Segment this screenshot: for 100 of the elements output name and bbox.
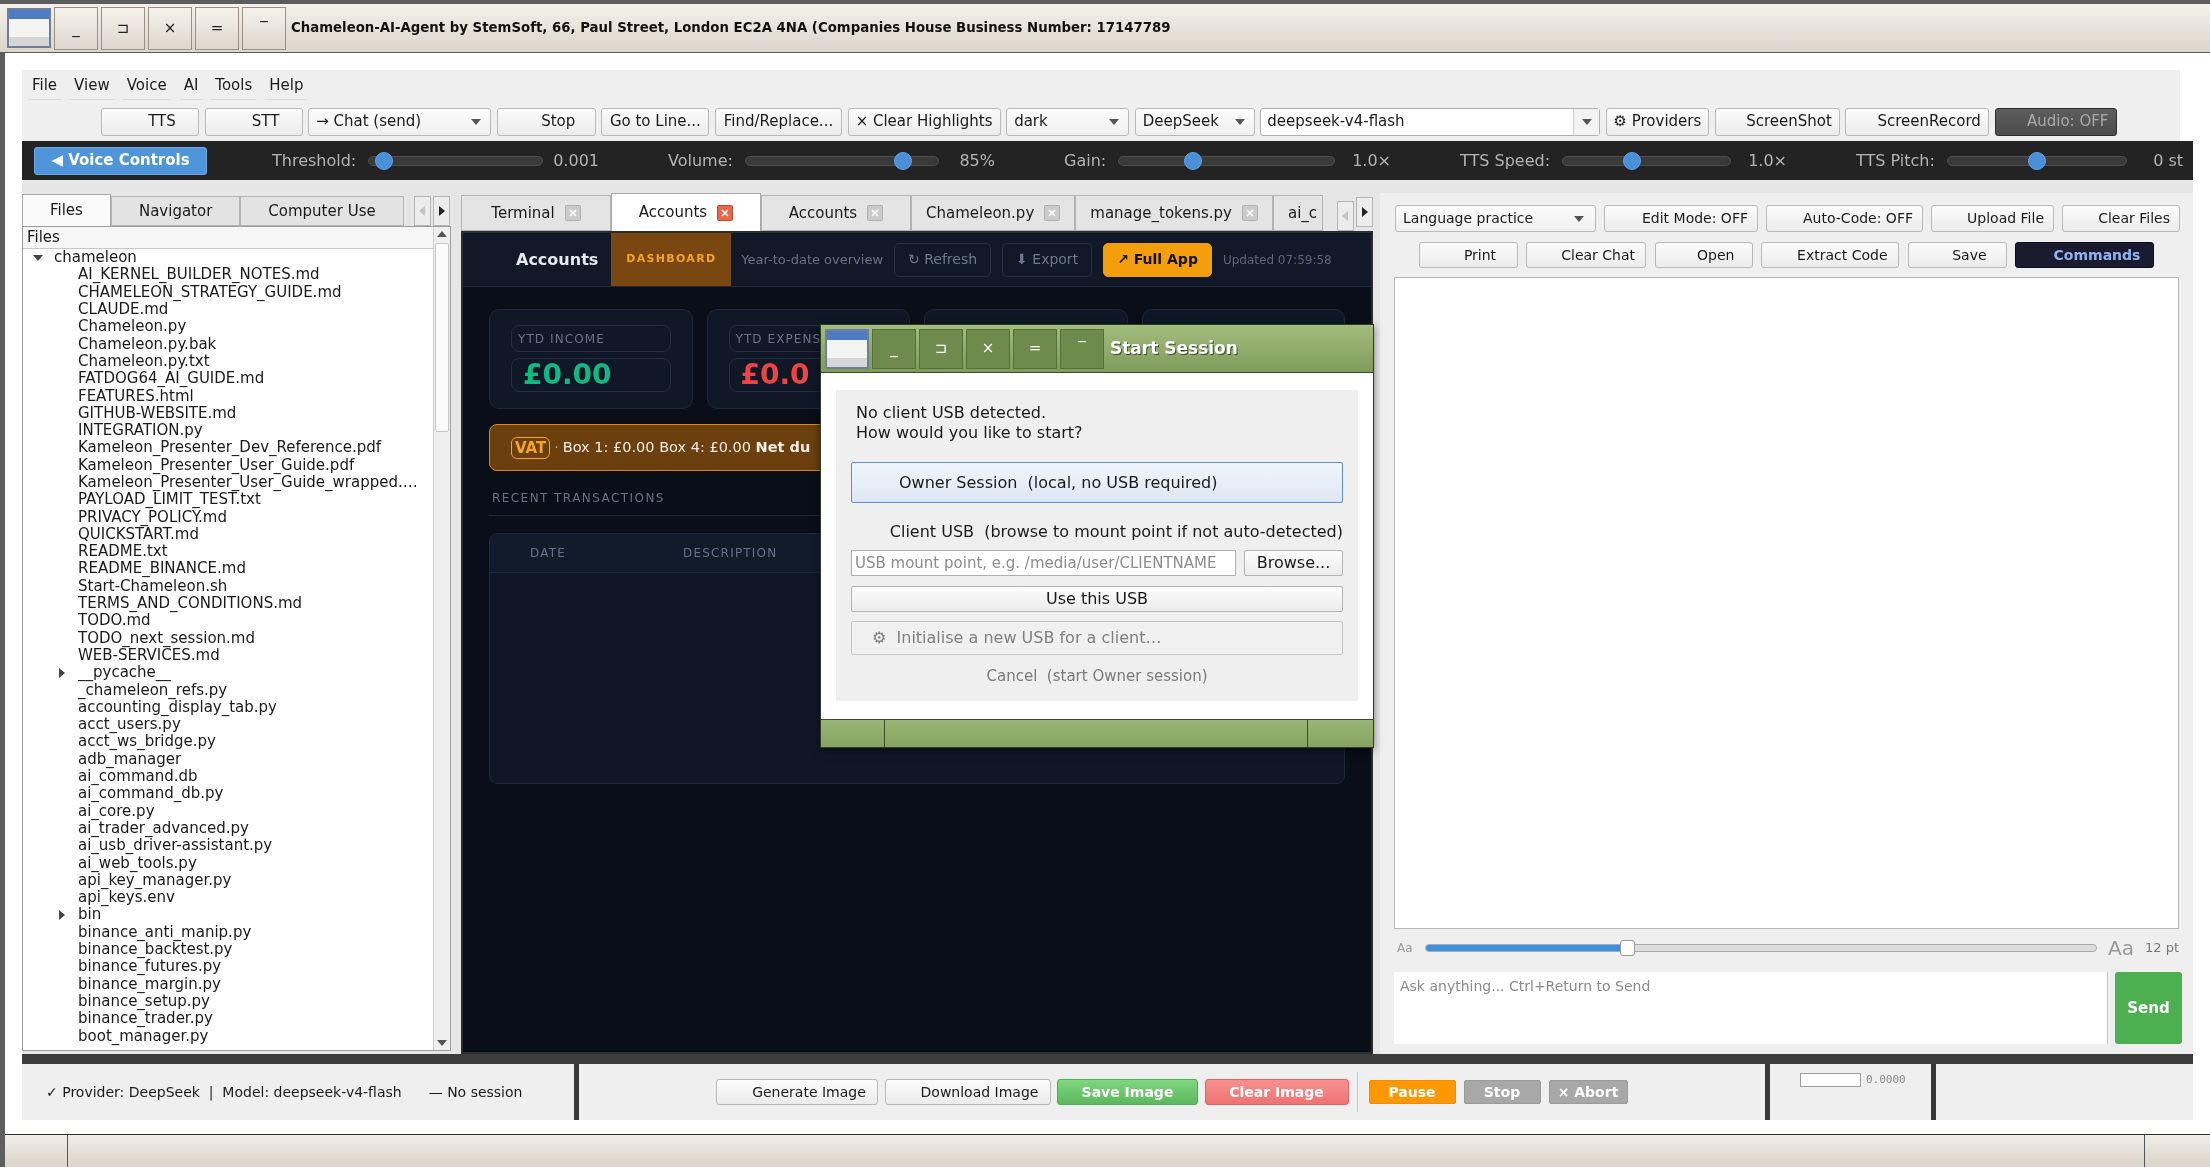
owner-session-button[interactable]: Owner Session (local, no USB required) — [851, 462, 1343, 503]
tree-item[interactable]: bin — [78, 906, 102, 924]
tree-item[interactable]: Chameleon.py.txt — [78, 352, 210, 370]
tree-item[interactable]: Kameleon_Presenter_User_Guide_wrapped.… — [78, 474, 418, 491]
tree-item[interactable]: ai_command.db — [78, 768, 198, 786]
toolbar-button[interactable]: Save — [1907, 242, 2007, 268]
tree-item[interactable]: api_key_manager.py — [78, 871, 232, 889]
toolbar-button[interactable]: STT — [204, 107, 303, 136]
tab[interactable]: Terminal — [461, 195, 611, 231]
menu-item[interactable]: Help — [265, 72, 308, 100]
menu-item[interactable]: File — [28, 72, 62, 100]
toolbar-button[interactable]: Go to Line... — [601, 107, 710, 136]
tree-item[interactable]: binance_margin.py — [78, 975, 221, 993]
tree-item[interactable]: TODO_next_session.md — [78, 629, 255, 647]
tree-item[interactable]: adb_manager — [78, 750, 182, 768]
tab[interactable]: ai_c — [1272, 195, 1324, 231]
caret-right-icon[interactable] — [1356, 197, 1373, 227]
tab[interactable]: Navigator — [110, 196, 241, 226]
menu-item[interactable]: Voice — [122, 72, 171, 100]
tree-item[interactable]: README_BINANCE.md — [78, 560, 246, 578]
tab[interactable]: Accounts — [761, 195, 911, 231]
tree-item[interactable]: ai_web_tools.py — [78, 854, 197, 872]
tab[interactable]: Chameleon.py — [911, 195, 1076, 231]
tree-item[interactable]: CLAUDE.md — [78, 301, 169, 319]
tree-item[interactable]: acct_users.py — [78, 716, 181, 734]
tree-item[interactable]: binance_futures.py — [78, 958, 222, 976]
combo-box[interactable]: deepseek-v4-flash — [1260, 107, 1601, 136]
toolbar-button[interactable]: Extract Code — [1761, 242, 1900, 268]
browse-button[interactable]: Browse... — [1244, 550, 1343, 576]
tree-item[interactable]: Chameleon.py — [78, 318, 187, 336]
window-control-button[interactable]: ‾ — [242, 6, 286, 50]
toolbar-button[interactable]: TTS — [101, 107, 199, 136]
tree-item[interactable]: TODO.md — [78, 612, 151, 630]
tree-item[interactable]: binance_backtest.py — [78, 941, 233, 958]
window-control-button[interactable]: _ — [54, 6, 98, 50]
toolbar-button[interactable]: Commands — [2015, 242, 2155, 268]
tree-item[interactable]: Start-Chameleon.sh — [78, 577, 228, 595]
action-button[interactable]: ⬇ Export — [1002, 242, 1093, 277]
nav-tab[interactable]: DASHBOARD — [611, 233, 732, 286]
slider-thumb[interactable] — [1622, 151, 1641, 170]
toolbar-button[interactable]: Open — [1654, 242, 1753, 268]
tree-item[interactable]: AI_KERNEL_BUILDER_NOTES.md — [78, 266, 320, 284]
menu-item[interactable]: AI — [179, 72, 203, 100]
close-icon[interactable] — [717, 204, 734, 221]
tree-item[interactable]: PRIVACY_POLICY.md — [78, 508, 227, 526]
tree-item[interactable]: Chameleon.py.bak — [78, 335, 217, 353]
caret-up-icon[interactable] — [437, 231, 447, 237]
toolbar-button[interactable]: Find/Replace... — [714, 107, 842, 136]
chat-input[interactable]: Ask anything... Ctrl+Return to Send — [1394, 972, 2108, 1044]
action-button[interactable]: ↻ Refresh — [894, 242, 992, 277]
action-button[interactable]: ↗ Full App — [1103, 242, 1212, 277]
toolbar-button[interactable]: Auto-Code: OFF — [1766, 205, 1923, 232]
status-button[interactable]: Generate Image — [716, 1079, 878, 1105]
window-control-button[interactable]: = — [195, 6, 239, 50]
tree-item[interactable]: QUICKSTART.md — [78, 525, 199, 543]
toolbar-button[interactable]: Edit Mode: OFF — [1604, 205, 1758, 232]
tree-item[interactable]: CHAMELEON_STRATEGY_GUIDE.md — [78, 283, 342, 301]
tree-item[interactable]: INTEGRATION.py — [78, 422, 203, 440]
tree-item[interactable]: accounting_display_tab.py — [78, 698, 277, 716]
tree-item[interactable]: ai_trader_advanced.py — [78, 819, 249, 837]
tab[interactable]: manage_tokens.py — [1075, 195, 1273, 231]
dropdown[interactable]: DeepSeek — [1134, 107, 1255, 136]
caret-down-icon[interactable] — [33, 254, 43, 261]
slider-thumb[interactable] — [893, 151, 912, 170]
tree-item[interactable]: binance_anti_manip.py — [78, 923, 252, 941]
menu-item[interactable]: Tools — [211, 72, 257, 100]
dropdown[interactable]: dark — [1006, 107, 1130, 136]
dropdown[interactable]: Language practice — [1395, 205, 1596, 232]
slider-thumb[interactable] — [1619, 940, 1635, 956]
toolbar-button[interactable]: Print — [1418, 242, 1518, 268]
tree-item[interactable]: _chameleon_refs.py — [78, 681, 228, 699]
scrollbar[interactable] — [433, 227, 450, 1050]
caret-right-icon[interactable] — [59, 667, 65, 678]
tree-item[interactable]: ai_core.py — [78, 802, 155, 820]
toolbar-button[interactable]: ScreenRecord — [1845, 107, 1990, 136]
tree-item[interactable]: GITHUB-WEBSITE.md — [78, 404, 237, 422]
tree-item[interactable]: acct_ws_bridge.py — [78, 733, 216, 751]
tree-item[interactable]: README.txt — [78, 543, 168, 561]
toolbar-button[interactable]: × Clear Highlights — [847, 107, 1001, 136]
slider-thumb[interactable] — [2027, 151, 2046, 170]
toolbar-button[interactable]: ScreenShot — [1714, 107, 1840, 136]
window-control-button[interactable]: ⊐ — [101, 6, 145, 50]
tree-item[interactable]: WEB-SERVICES.md — [78, 646, 220, 664]
tab[interactable]: Files — [22, 194, 111, 226]
toolbar-button[interactable]: Upload File — [1931, 205, 2054, 232]
slider-thumb[interactable] — [375, 151, 394, 170]
toolbar-button[interactable]: Clear Chat — [1526, 242, 1647, 268]
window-control-button[interactable]: ‾ — [1060, 328, 1104, 369]
tree-item[interactable]: ai_usb_driver-assistant.py — [78, 837, 273, 855]
toolbar-button[interactable]: ⚙ Providers — [1605, 107, 1709, 136]
tree-item[interactable]: binance_setup.py — [78, 992, 210, 1010]
cancel-link[interactable]: Cancel (start Owner session) — [986, 665, 1208, 688]
input-field[interactable]: USB mount point, e.g. /media/user/CLIENTNAME — [851, 550, 1236, 576]
tree-item[interactable]: TERMS_AND_CONDITIONS.md — [78, 595, 303, 613]
caret-down-icon[interactable] — [437, 1040, 447, 1046]
tree-item[interactable]: Kameleon_Presenter_User_Guide.pdf — [78, 456, 355, 474]
tree-item[interactable]: api_keys.env — [78, 889, 175, 907]
caret-right-icon[interactable] — [59, 909, 65, 920]
tree-item[interactable]: FEATURES.html — [78, 387, 194, 405]
tree-item[interactable]: binance_trader.py — [78, 1010, 213, 1028]
